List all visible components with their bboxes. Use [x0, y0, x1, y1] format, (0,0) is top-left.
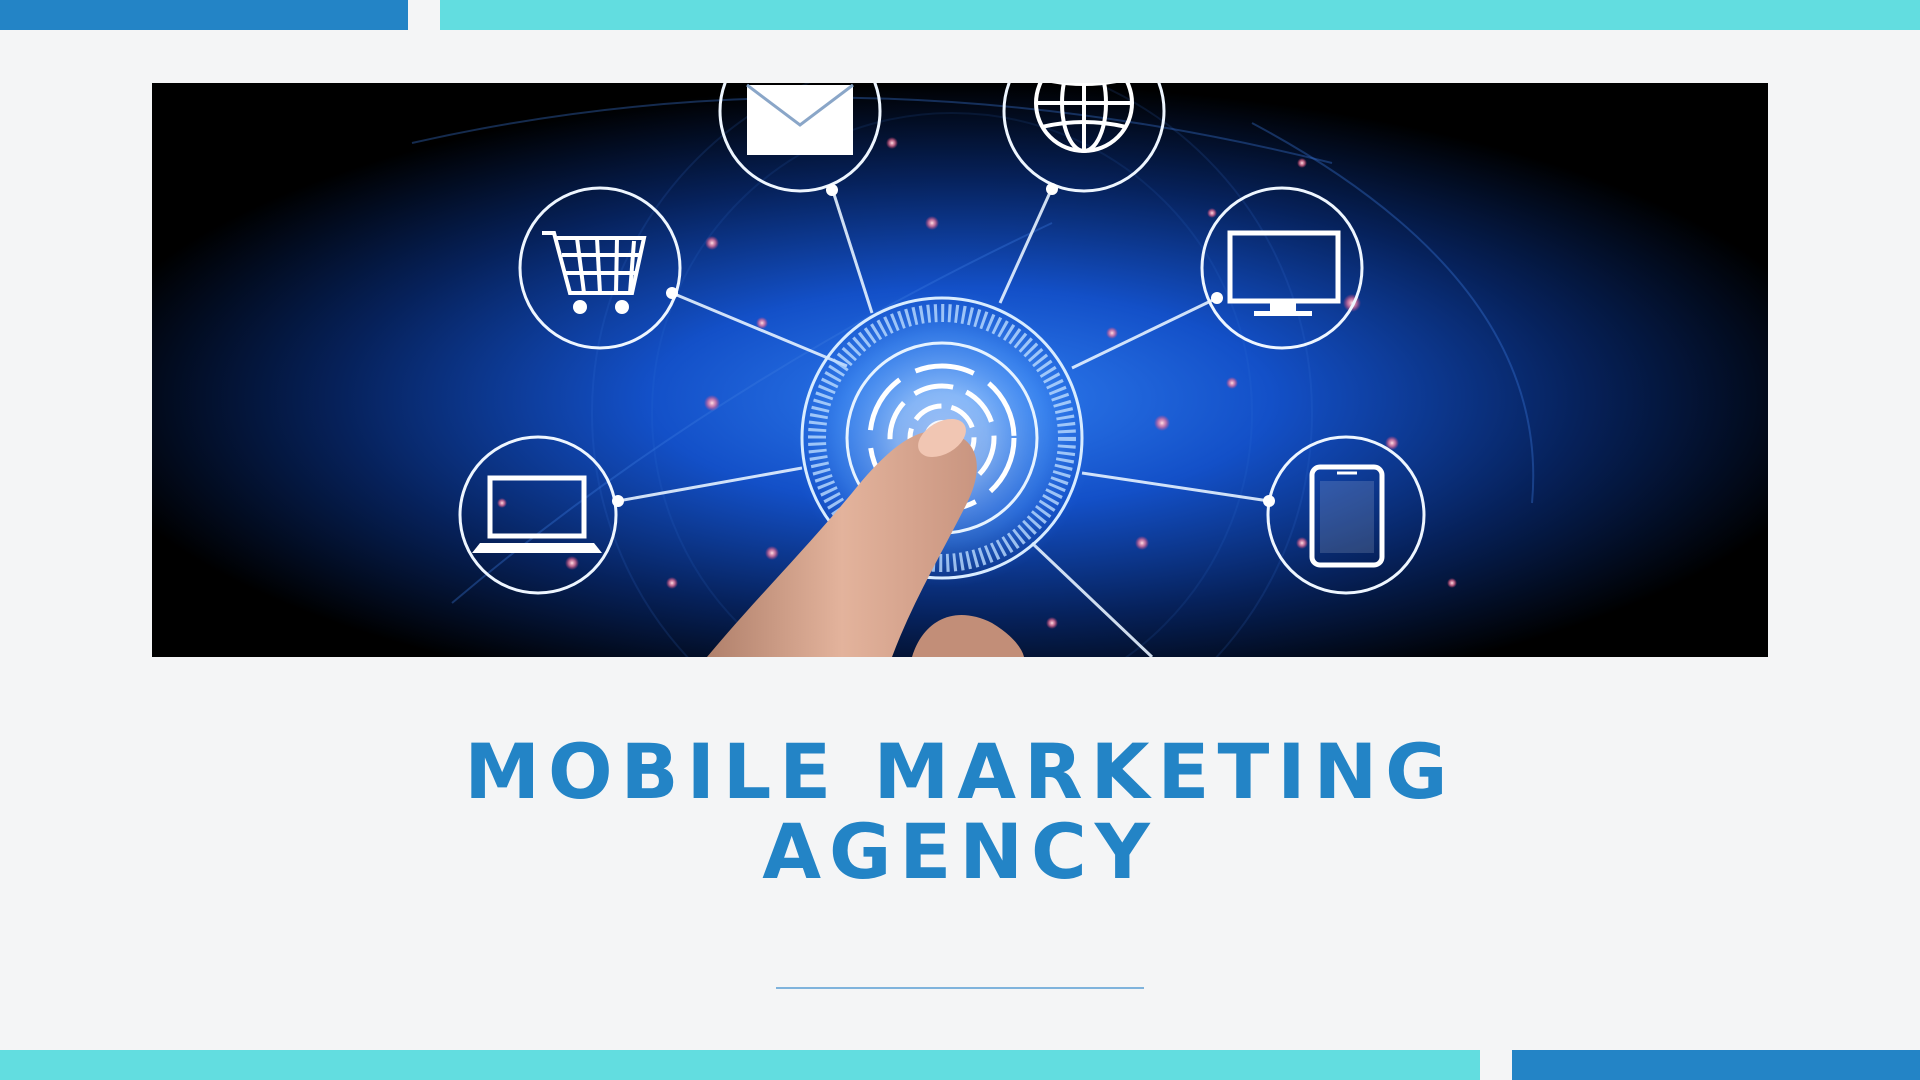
bottom-left-accent-bar: [0, 1050, 1480, 1080]
top-left-accent-bar: [0, 0, 408, 30]
hero-image: [152, 83, 1768, 657]
bottom-right-accent-bar: [1512, 1050, 1920, 1080]
title-divider: [776, 987, 1144, 989]
top-right-accent-bar: [440, 0, 1920, 30]
page-title: MOBILE MARKETING AGENCY: [0, 732, 1920, 892]
title-line-1: MOBILE MARKETING: [464, 727, 1456, 816]
title-line-2: AGENCY: [762, 807, 1158, 896]
